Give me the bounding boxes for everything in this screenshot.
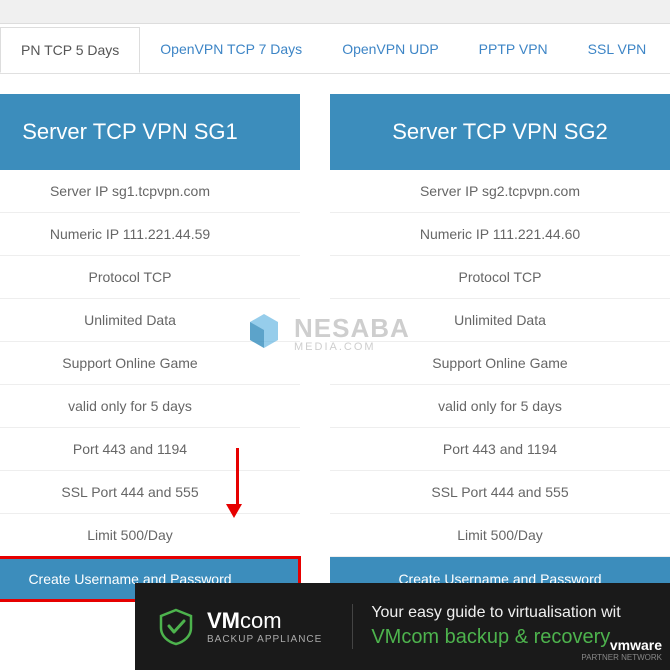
protocol-row: Protocol TCP [0, 256, 300, 299]
tab-openvpn-udp[interactable]: OpenVPN UDP [322, 27, 458, 71]
numeric-ip-row: Numeric IP 111.221.44.59 [0, 213, 300, 256]
ad-banner[interactable]: VMcom BACKUP APPLIANCE Your easy guide t… [135, 583, 670, 670]
ssl-port-row: SSL Port 444 and 555 [330, 471, 670, 514]
port-row: Port 443 and 1194 [330, 428, 670, 471]
numeric-ip-row: Numeric IP 111.221.44.60 [330, 213, 670, 256]
limit-row: Limit 500/Day [330, 514, 670, 557]
tab-bar: PN TCP 5 Days OpenVPN TCP 7 Days OpenVPN… [0, 24, 670, 74]
banner-partner-sub: PARTNER NETWORK [581, 653, 662, 662]
browser-top-bar [0, 0, 670, 24]
banner-logo-sub: BACKUP APPLIANCE [207, 634, 322, 645]
limit-row: Limit 500/Day [0, 514, 300, 557]
server-ip-row: Server IP sg2.tcpvpn.com [330, 170, 670, 213]
annotation-arrow [232, 448, 242, 518]
valid-row: valid only for 5 days [330, 385, 670, 428]
banner-logo-title: VMcom [207, 608, 322, 634]
banner-headline: Your easy guide to virtualisation wit [371, 604, 650, 622]
port-row: Port 443 and 1194 [0, 428, 300, 471]
banner-logo: VMcom BACKUP APPLIANCE [155, 606, 322, 648]
tab-ssl-vpn[interactable]: SSL VPN [568, 27, 667, 71]
watermark-text: NESABA [294, 315, 410, 341]
banner-partner-logo: vmware [581, 637, 662, 653]
tab-tcp-7-days[interactable]: OpenVPN TCP 7 Days [140, 27, 322, 71]
banner-shield-icon [155, 606, 197, 648]
watermark-logo-icon [240, 310, 288, 358]
tab-tcp-5-days[interactable]: PN TCP 5 Days [0, 27, 140, 73]
protocol-row: Protocol TCP [330, 256, 670, 299]
server-title: Server TCP VPN SG1 [0, 94, 300, 170]
server-title: Server TCP VPN SG2 [330, 94, 670, 170]
valid-row: valid only for 5 days [0, 385, 300, 428]
server-ip-row: Server IP sg1.tcpvpn.com [0, 170, 300, 213]
ssl-port-row: SSL Port 444 and 555 [0, 471, 300, 514]
watermark: NESABA MEDIA.COM [240, 310, 410, 358]
banner-partner: vmware PARTNER NETWORK [581, 637, 662, 662]
tab-pptp-vpn[interactable]: PPTP VPN [459, 27, 568, 71]
